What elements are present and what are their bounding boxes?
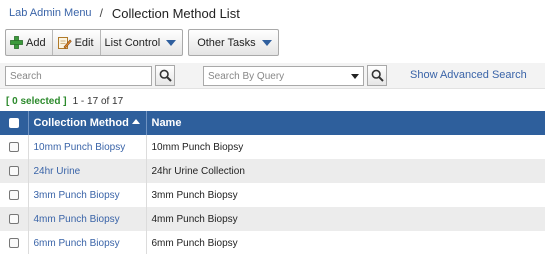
name-cell: 24hr Urine Collection — [146, 159, 545, 183]
page-title: Collection Method List — [111, 5, 240, 21]
edit-button[interactable]: Edit — [51, 30, 100, 55]
breadcrumb-lab-admin-menu[interactable]: Lab Admin Menu — [9, 7, 92, 19]
collection-method-link[interactable]: 10mm Punch Biopsy — [34, 142, 126, 153]
row-checkbox-cell — [0, 159, 29, 183]
row-checkbox[interactable] — [8, 141, 19, 152]
search-icon — [159, 69, 172, 82]
name-text: 3mm Punch Biopsy — [151, 189, 238, 201]
select-all-cell — [0, 111, 29, 135]
edit-icon — [57, 36, 72, 50]
row-checkbox-cell — [0, 207, 29, 231]
column-header-label: Collection Method — [33, 117, 129, 129]
edit-button-label: Edit — [74, 36, 94, 49]
select-all-checkbox[interactable] — [8, 118, 19, 129]
breadcrumb-separator: / — [99, 6, 103, 20]
row-checkbox-cell — [0, 135, 29, 159]
other-tasks-button[interactable]: Other Tasks — [189, 30, 278, 55]
search-by-query-select[interactable]: Search By Query — [203, 66, 364, 86]
list-control-label: List Control — [104, 36, 161, 49]
toolbar-group-tasks: Other Tasks — [188, 29, 279, 56]
table-row: 10mm Punch Biopsy 10mm Punch Biopsy — [0, 135, 545, 159]
sort-ascending-icon — [131, 119, 140, 124]
selected-count: [ 0 selected ] — [6, 95, 67, 107]
name-cell: 10mm Punch Biopsy — [146, 135, 545, 159]
collection-method-table: Collection Method Name 10mm Punch Biopsy… — [0, 111, 545, 254]
row-checkbox[interactable] — [8, 165, 19, 176]
selection-info: [ 0 selected ] 1 - 17 of 17 — [6, 93, 123, 109]
search-button[interactable] — [155, 65, 175, 86]
add-button[interactable]: Add — [6, 30, 52, 55]
row-checkbox[interactable] — [8, 213, 19, 224]
name-cell: 6mm Punch Biopsy — [146, 231, 545, 254]
table-row: 24hr Urine 24hr Urine Collection — [0, 159, 545, 183]
name-text: 6mm Punch Biopsy — [151, 237, 238, 249]
table-row: 4mm Punch Biopsy 4mm Punch Biopsy — [0, 207, 545, 231]
collection-method-cell: 3mm Punch Biopsy — [28, 183, 147, 207]
plus-icon — [10, 36, 23, 49]
row-checkbox[interactable] — [8, 189, 19, 200]
other-tasks-label: Other Tasks — [197, 36, 256, 49]
breadcrumb: Lab Admin Menu / Collection Method List — [9, 4, 240, 22]
name-text: 24hr Urine Collection — [151, 165, 245, 177]
collection-method-cell: 4mm Punch Biopsy — [28, 207, 147, 231]
chevron-down-icon — [351, 73, 359, 79]
collection-method-link[interactable]: 4mm Punch Biopsy — [34, 214, 120, 225]
record-range: 1 - 17 of 17 — [72, 95, 124, 107]
list-control-button[interactable]: List Control — [99, 30, 183, 55]
row-checkbox-cell — [0, 231, 29, 254]
name-cell: 4mm Punch Biopsy — [146, 207, 545, 231]
search-by-query-label: Search By Query — [208, 70, 285, 82]
name-text: 10mm Punch Biopsy — [151, 141, 244, 153]
column-header-label: Name — [151, 117, 182, 129]
column-header-name[interactable]: Name — [146, 111, 545, 135]
name-cell: 3mm Punch Biopsy — [146, 183, 545, 207]
row-checkbox[interactable] — [8, 237, 19, 248]
table-header-row: Collection Method Name — [0, 111, 545, 135]
column-header-collection-method[interactable]: Collection Method — [28, 111, 147, 135]
search-input[interactable] — [5, 66, 152, 86]
query-search-button[interactable] — [367, 65, 387, 86]
search-icon — [371, 69, 384, 82]
toolbar: Add Edit List Control Other Tasks — [5, 29, 279, 56]
row-checkbox-cell — [0, 183, 29, 207]
add-button-label: Add — [26, 36, 46, 49]
collection-method-link[interactable]: 24hr Urine — [34, 166, 81, 177]
collection-method-link[interactable]: 3mm Punch Biopsy — [34, 190, 120, 201]
collection-method-cell: 24hr Urine — [28, 159, 147, 183]
chevron-down-icon — [261, 39, 272, 46]
search-bar: Search By Query Show Advanced Search — [0, 63, 545, 89]
name-text: 4mm Punch Biopsy — [151, 213, 238, 225]
show-advanced-search-link[interactable]: Show Advanced Search — [410, 69, 527, 81]
collection-method-cell: 10mm Punch Biopsy — [28, 135, 147, 159]
table-row: 6mm Punch Biopsy 6mm Punch Biopsy — [0, 231, 545, 254]
collection-method-cell: 6mm Punch Biopsy — [28, 231, 147, 254]
chevron-down-icon — [166, 39, 177, 46]
table-row: 3mm Punch Biopsy 3mm Punch Biopsy — [0, 183, 545, 207]
toolbar-group-actions: Add Edit List Control — [5, 29, 184, 56]
collection-method-link[interactable]: 6mm Punch Biopsy — [34, 238, 120, 249]
